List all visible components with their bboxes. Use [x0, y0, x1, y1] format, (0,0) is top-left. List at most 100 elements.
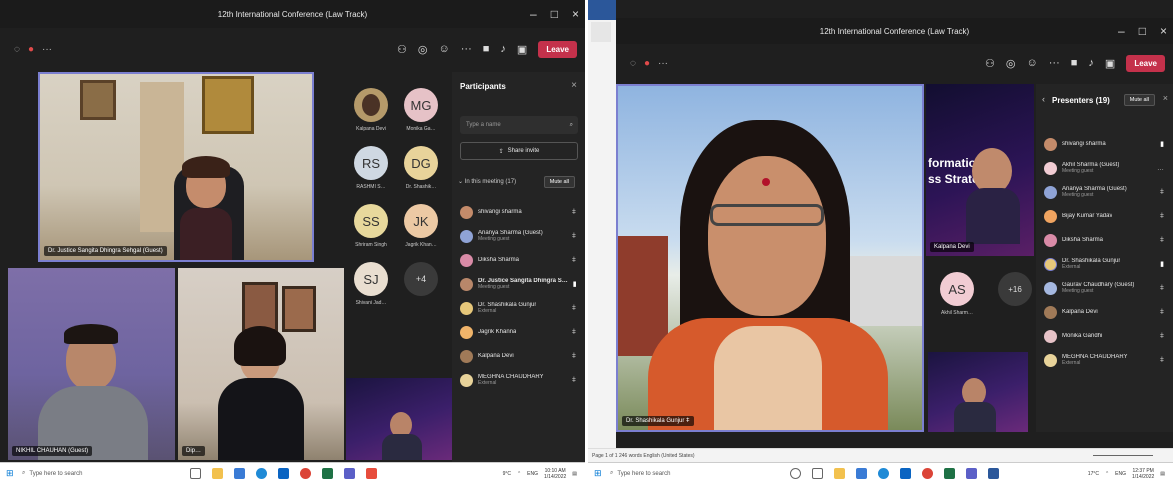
- app-icon[interactable]: [366, 468, 377, 479]
- minimize-icon[interactable]: –: [1118, 24, 1125, 38]
- zoom-slider[interactable]: [1093, 455, 1153, 456]
- list-item[interactable]: Jagrik Khanna ǂ: [460, 320, 582, 344]
- cortana-icon[interactable]: [790, 468, 801, 479]
- more-actions-icon[interactable]: ···: [1049, 57, 1060, 69]
- excel-icon[interactable]: [322, 468, 333, 479]
- list-item[interactable]: Bijay Kumar Yadav ǂ: [1044, 204, 1170, 228]
- notification-icon[interactable]: ▤: [1160, 471, 1165, 477]
- explorer-icon[interactable]: [834, 468, 845, 479]
- people-icon[interactable]: ⚇: [985, 57, 995, 70]
- reactions-icon[interactable]: ☺: [439, 43, 450, 55]
- avatar-tile[interactable]: Kalpana Devi: [348, 88, 394, 132]
- list-item[interactable]: MEGHNA CHAUDHARY External ǂ: [1044, 348, 1170, 372]
- mic-icon[interactable]: ♪: [500, 43, 506, 55]
- share-invite-button[interactable]: ⇪ Share invite: [460, 142, 578, 160]
- list-item[interactable]: shivangi sharma ▮: [1044, 132, 1170, 156]
- avatar-overflow[interactable]: +16: [992, 272, 1038, 316]
- edge-icon[interactable]: [256, 468, 267, 479]
- share-icon[interactable]: ▣: [517, 43, 527, 56]
- avatar: [354, 88, 388, 122]
- chrome-icon[interactable]: [922, 468, 933, 479]
- windows-taskbar: ⊞ ⌕ Type here to search 9°C ⌃ ENG 10:10 …: [0, 462, 585, 484]
- taskbar-search[interactable]: ⌕ Type here to search: [610, 470, 760, 477]
- list-item[interactable]: Gaurav Chaudhary (Guest) Meeting guest ǂ: [1044, 276, 1170, 300]
- list-item[interactable]: Dr. Shashikala Gunjur External ǂ: [460, 296, 582, 320]
- task-view-icon[interactable]: [190, 468, 201, 479]
- camera-icon[interactable]: ■: [1071, 57, 1078, 69]
- camera-icon[interactable]: ■: [483, 43, 490, 55]
- mail-icon[interactable]: [900, 468, 911, 479]
- excel-icon[interactable]: [944, 468, 955, 479]
- notification-icon[interactable]: ▤: [572, 471, 577, 477]
- task-view-icon[interactable]: [812, 468, 823, 479]
- store-icon[interactable]: [234, 468, 245, 479]
- teams-icon[interactable]: [344, 468, 355, 479]
- list-item[interactable]: Akhil Sharma (Guest) Meeting guest…: [1044, 156, 1170, 180]
- video-tile-2: NIKHIL CHAUHAN (Guest): [8, 268, 175, 460]
- close-icon[interactable]: ×: [572, 7, 579, 21]
- shared-slide-tile[interactable]: formation ss Strategie Kalpana Devi: [926, 84, 1034, 256]
- list-item[interactable]: Diksha Sharma ǂ: [1044, 228, 1170, 252]
- maximize-icon[interactable]: □: [1139, 24, 1146, 38]
- more-icon[interactable]: ···: [658, 58, 668, 69]
- mute-all-button[interactable]: Mute all: [1123, 94, 1155, 106]
- list-item[interactable]: Diksha Sharma ǂ: [460, 248, 582, 272]
- chrome-icon[interactable]: [300, 468, 311, 479]
- share-icon[interactable]: ▣: [1105, 57, 1115, 70]
- explorer-icon[interactable]: [212, 468, 223, 479]
- back-icon[interactable]: ‹: [1042, 94, 1045, 104]
- mute-all-button[interactable]: Mute all: [543, 176, 575, 188]
- close-icon[interactable]: ×: [1163, 93, 1168, 103]
- shared-content-thumbnail[interactable]: [346, 378, 452, 460]
- close-icon[interactable]: ×: [571, 80, 577, 91]
- mic-icon[interactable]: ♪: [1088, 57, 1094, 69]
- avatar-tile[interactable]: SJ Shivani Jad…: [348, 262, 394, 306]
- people-icon[interactable]: ⚇: [397, 43, 407, 56]
- word-icon[interactable]: [988, 468, 999, 479]
- search-input[interactable]: Type a name ⌕: [460, 116, 578, 134]
- list-item[interactable]: Monika Gandhi ǂ: [1044, 324, 1170, 348]
- more-actions-icon[interactable]: ···: [461, 43, 472, 55]
- participant-name-label: Kalpana Devi: [930, 242, 974, 252]
- edge-icon[interactable]: [878, 468, 889, 479]
- network-icon[interactable]: ⌃: [517, 471, 521, 477]
- maximize-icon[interactable]: □: [551, 7, 558, 21]
- windows-start-icon[interactable]: ⊞: [6, 468, 14, 479]
- avatar-overflow[interactable]: +4: [398, 262, 444, 306]
- minimize-icon[interactable]: –: [530, 7, 537, 21]
- leave-button[interactable]: Leave: [1126, 54, 1165, 72]
- avatar-tile[interactable]: AS Akhil Sharm…: [934, 272, 980, 316]
- avatar: [460, 229, 473, 243]
- list-item[interactable]: Kalpana Devi ǂ: [1044, 300, 1170, 324]
- list-item[interactable]: Ananya Sharma (Guest) Meeting guest ǂ: [1044, 180, 1170, 204]
- reactions-icon[interactable]: ☺: [1027, 57, 1038, 69]
- list-item[interactable]: Kalpana Devi ǂ: [460, 344, 582, 368]
- windows-taskbar: ⊞ ⌕ Type here to search 17°C ⌃ ENG 12:37…: [588, 462, 1173, 484]
- leave-button[interactable]: Leave: [538, 40, 577, 58]
- section-header[interactable]: ⌄ In this meeting (17): [458, 178, 516, 185]
- list-item[interactable]: MEGHNA CHAUDHARY External ǂ: [460, 368, 582, 392]
- windows-start-icon[interactable]: ⊞: [594, 468, 602, 479]
- avatar-tile[interactable]: DG Dr. Shashik…: [398, 146, 444, 190]
- more-icon[interactable]: ···: [42, 44, 52, 55]
- list-item[interactable]: Dr. Justice Sangita Dhingra S… Meeting gu…: [460, 272, 582, 296]
- avatar-tile[interactable]: SS Shriram Singh: [348, 204, 394, 248]
- close-icon[interactable]: ×: [1160, 24, 1167, 38]
- list-item[interactable]: Dr. Shashikala Gunjur External ▮: [1044, 252, 1170, 276]
- avatar-tile[interactable]: JK Jagrik Khan…: [398, 204, 444, 248]
- avatar: +16: [998, 272, 1032, 306]
- mail-icon[interactable]: [278, 468, 289, 479]
- store-icon[interactable]: [856, 468, 867, 479]
- teams-icon[interactable]: [966, 468, 977, 479]
- shared-content-thumbnail[interactable]: [928, 352, 1028, 432]
- list-item[interactable]: Ananya Sharma (Guest) Meeting guest ǂ: [460, 224, 582, 248]
- chat-icon[interactable]: ◎: [1006, 57, 1016, 70]
- taskbar-search[interactable]: ⌕ Type here to search: [22, 470, 172, 477]
- avatar: +4: [404, 262, 438, 296]
- avatar-tile[interactable]: MG Monika Ga…: [398, 88, 444, 132]
- list-item[interactable]: shivangi sharma ǂ: [460, 200, 582, 224]
- chat-icon[interactable]: ◎: [418, 43, 428, 56]
- avatar-tile[interactable]: RS RASHMI S…: [348, 146, 394, 190]
- network-icon[interactable]: ⌃: [1105, 471, 1109, 477]
- mic-icon: ▮: [572, 281, 577, 288]
